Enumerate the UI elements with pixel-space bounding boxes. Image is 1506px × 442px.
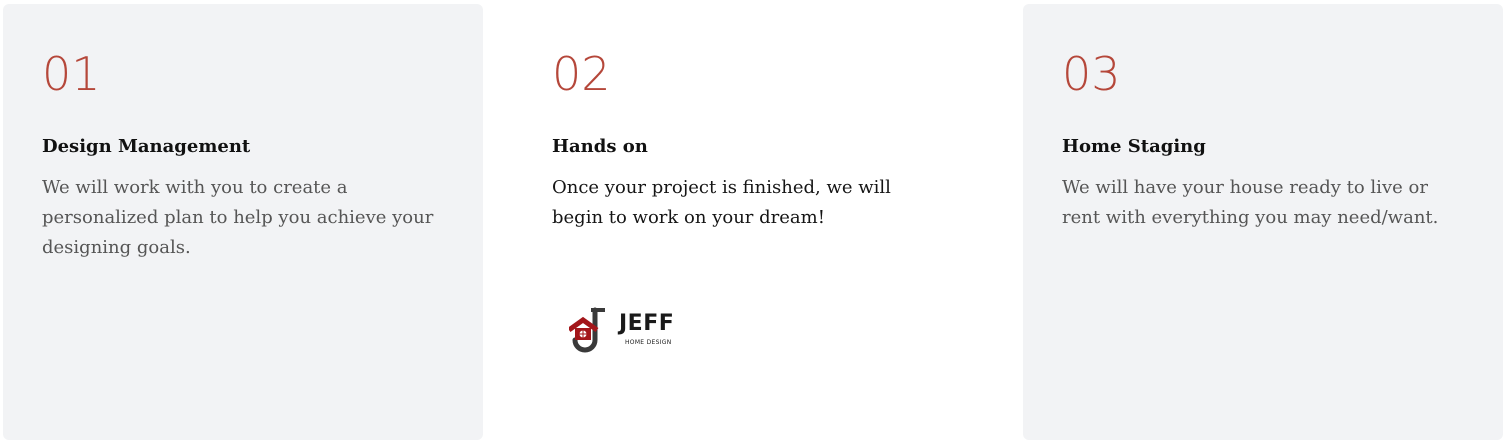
steps-section: 01 Design Management We will work with y… xyxy=(0,0,1506,442)
step-title: Hands on xyxy=(552,136,648,157)
step-card-1: 01 Design Management We will work with y… xyxy=(3,4,483,440)
jeff-home-design-logo: JEFF HOME DESIGN xyxy=(569,306,699,356)
logo-tagline: HOME DESIGN xyxy=(625,339,672,346)
logo-name: JEFF xyxy=(619,311,675,336)
step-description: We will work with you to create a person… xyxy=(42,177,434,258)
step-number: 03 xyxy=(1062,47,1121,101)
step-title: Home Staging xyxy=(1062,136,1206,157)
step-title: Design Management xyxy=(42,136,251,157)
house-j-logo-icon xyxy=(569,307,605,353)
step-description: Once your project is finished, we will b… xyxy=(552,177,891,228)
step-number: 02 xyxy=(552,47,611,101)
step-card-2: 02 Hands on Once your project is finishe… xyxy=(513,4,993,440)
step-description: We will have your house ready to live or… xyxy=(1062,177,1439,228)
step-number: 01 xyxy=(42,47,101,101)
step-card-3: 03 Home Staging We will have your house … xyxy=(1023,4,1503,440)
